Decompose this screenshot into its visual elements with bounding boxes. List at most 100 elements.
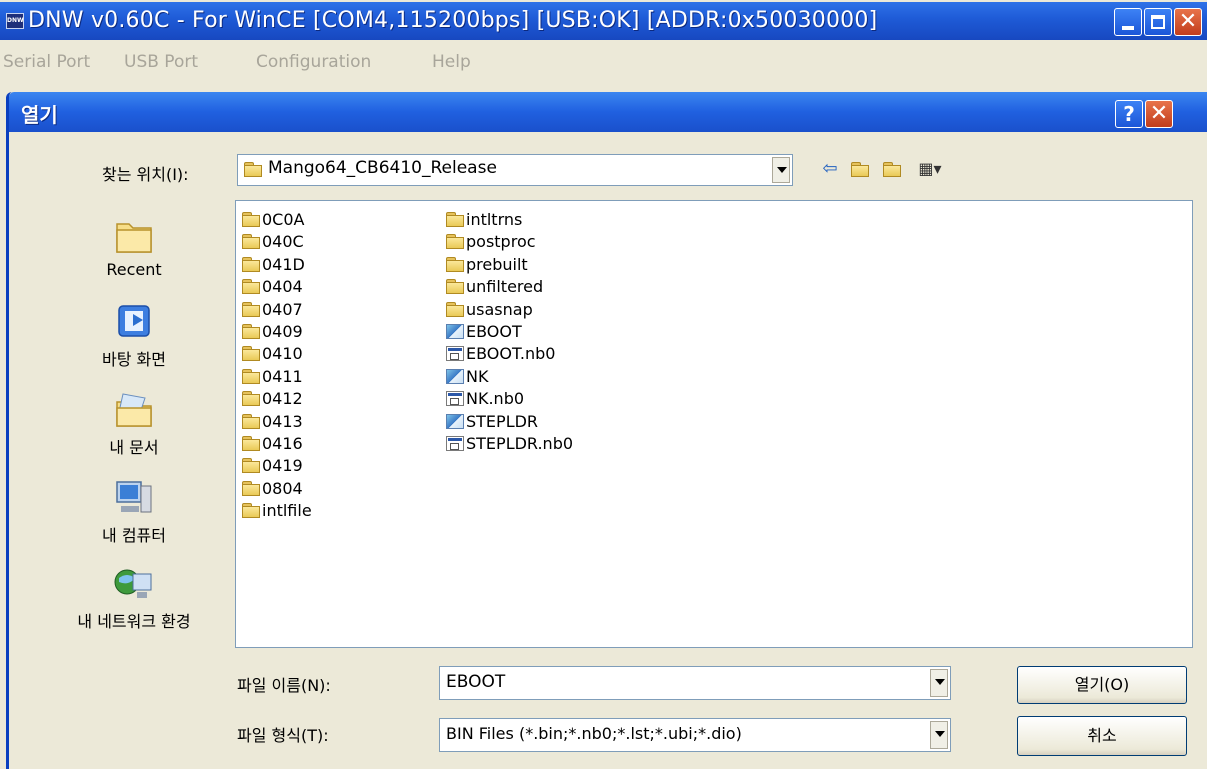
file-name: unfiltered (466, 277, 544, 297)
binary-file-icon (446, 436, 464, 451)
folder-icon (242, 480, 260, 496)
main-menubar: Serial Port USB Port Configuration Help (0, 52, 1207, 82)
look-in-combo[interactable]: Mango64_CB6410_Release (237, 154, 793, 186)
binary-file-icon (446, 346, 464, 362)
desktop-icon (111, 300, 157, 344)
folder-icon (242, 301, 260, 317)
question-icon: ? (1123, 102, 1135, 126)
chevron-down-icon[interactable] (772, 157, 790, 183)
folder-icon (446, 234, 464, 250)
folder-icon (242, 368, 260, 384)
back-arrow-icon[interactable]: ⇦ (819, 158, 841, 180)
my-documents-icon (111, 388, 157, 432)
file-name: STEPLDR.nb0 (466, 434, 574, 453)
folder-icon (242, 324, 260, 339)
dialog-title-bar[interactable]: 열기 ? ✕ (9, 92, 1207, 132)
chevron-down-icon[interactable] (930, 669, 948, 697)
cancel-button[interactable]: 취소 (1017, 716, 1187, 756)
up-folder-icon[interactable] (849, 158, 871, 180)
menu-help[interactable]: Help (432, 52, 471, 72)
look-in-label: 찾는 위치(I): (102, 165, 189, 184)
file-name: intltrns (466, 210, 523, 229)
new-folder-icon[interactable] (881, 158, 903, 180)
filename-combo[interactable]: EBOOT (439, 666, 951, 700)
close-icon: ✕ (1178, 9, 1198, 34)
menu-configuration[interactable]: Configuration (256, 52, 371, 72)
place-network-label: 내 네트워크 환경 (77, 612, 191, 631)
file-name: 0413 (262, 411, 303, 431)
filetype-value: BIN Files (*.bin;*.nb0;*.lst;*.ubi;*.dio… (446, 724, 742, 743)
file-name: 0407 (262, 299, 303, 319)
dialog-close-button[interactable]: ✕ (1145, 100, 1173, 128)
file-name: intlfile (262, 501, 312, 521)
close-icon: ✕ (1149, 101, 1169, 126)
folder-icon (446, 212, 464, 227)
minimize-icon (1122, 26, 1134, 30)
folder-icon (446, 301, 464, 317)
place-desktop-label: 바탕 화면 (102, 350, 166, 369)
my-computer-icon (111, 476, 157, 520)
file-name: 0411 (262, 366, 303, 386)
open-button[interactable]: 열기(O) (1017, 666, 1187, 704)
look-in-value: Mango64_CB6410_Release (268, 158, 497, 178)
folder-icon (446, 279, 464, 295)
file-name: 040C (262, 232, 304, 252)
folder-icon (242, 391, 260, 407)
maximize-icon (1151, 15, 1165, 29)
file-name: prebuilt (466, 254, 528, 274)
place-recent-label: Recent (106, 260, 162, 279)
filename-value: EBOOT (446, 672, 506, 692)
folder-icon (242, 503, 260, 519)
folder-icon (242, 234, 260, 250)
main-close-button[interactable]: ✕ (1174, 8, 1202, 36)
place-my-computer-label: 내 컴퓨터 (102, 526, 166, 545)
folder-icon (242, 279, 260, 295)
file-name: NK.nb0 (466, 389, 525, 409)
file-name: 0804 (262, 478, 303, 498)
file-name: 0C0A (262, 210, 305, 229)
folder-icon (242, 458, 260, 474)
help-button[interactable]: ? (1115, 100, 1143, 128)
folder-icon (242, 256, 260, 272)
menu-usb-port[interactable]: USB Port (124, 52, 198, 72)
folder-icon (244, 162, 262, 177)
maximize-button[interactable] (1144, 8, 1172, 36)
file-name: 0410 (262, 344, 303, 364)
filetype-combo[interactable]: BIN Files (*.bin;*.nb0;*.lst;*.ubi;*.dio… (439, 718, 951, 752)
recent-folder-icon (111, 214, 157, 258)
view-menu-icon[interactable]: ▦▾ (913, 158, 947, 180)
place-my-documents[interactable]: 내 문서 (39, 388, 229, 458)
network-icon (111, 562, 157, 606)
chevron-down-icon[interactable] (930, 721, 948, 749)
file-name: 0416 (262, 434, 303, 453)
place-desktop[interactable]: 바탕 화면 (39, 300, 229, 370)
file-name: 0412 (262, 389, 303, 409)
file-name: STEPLDR (466, 411, 539, 431)
dnw-app-icon: DNW (6, 13, 24, 29)
main-title-bar[interactable]: DNW DNW v0.60C - For WinCE [COM4,115200b… (0, 2, 1207, 40)
place-my-computer[interactable]: 내 컴퓨터 (39, 476, 229, 546)
dialog-title: 열기 (21, 103, 58, 127)
folder-icon (242, 346, 260, 362)
file-name: 0409 (262, 322, 303, 341)
file-name: NK (466, 366, 489, 386)
main-window-title: DNW v0.60C - For WinCE [COM4,115200bps] … (28, 8, 878, 33)
menu-serial-port[interactable]: Serial Port (3, 52, 90, 72)
file-name: EBOOT.nb0 (466, 344, 556, 364)
place-my-documents-label: 내 문서 (109, 438, 159, 457)
binary-file-icon (446, 391, 464, 407)
place-network[interactable]: 내 네트워크 환경 (39, 562, 229, 632)
place-recent[interactable]: Recent (39, 214, 229, 279)
minimize-button[interactable] (1114, 8, 1142, 36)
file-list[interactable]: 0C0A 040C 041D 0404 0407 0409 0410 0411 0412 0413… (235, 200, 1193, 648)
executable-icon (446, 324, 464, 339)
folder-icon (242, 212, 260, 227)
file-name: usasnap (466, 299, 533, 319)
filename-label: 파일 이름(N): (237, 676, 331, 695)
file-name: postproc (466, 232, 536, 252)
executable-icon (446, 413, 464, 429)
folder-icon (242, 436, 260, 451)
open-file-dialog: 열기 ? ✕ 찾는 위치(I): Mango64_CB6410_Release … (6, 92, 1207, 769)
file-name: 041D (262, 254, 305, 274)
folder-icon (242, 413, 260, 429)
